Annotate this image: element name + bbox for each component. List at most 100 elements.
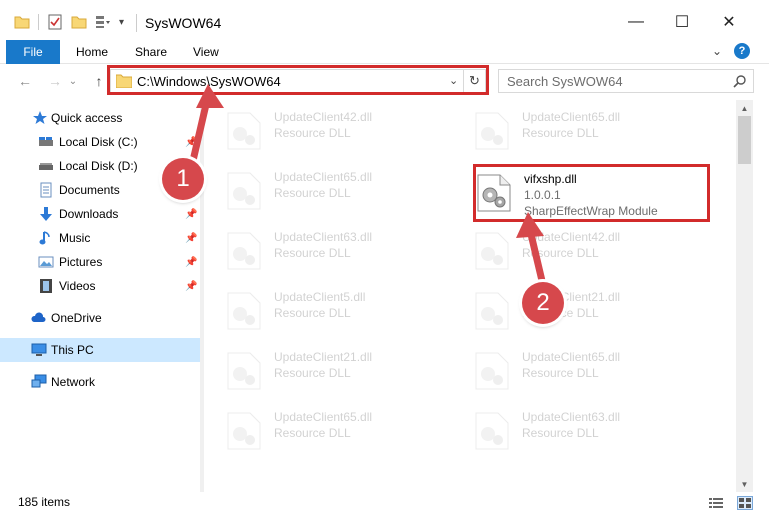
file-name: UpdateClient63.dll [522,410,621,424]
file-item[interactable]: UpdateClient21.dll Resource DLL [204,344,434,396]
dll-file-icon [474,112,510,150]
file-description: Resource DLL [522,126,599,140]
step-1-callout: 1 [162,158,204,200]
dll-file-icon [226,172,262,210]
document-icon [38,182,54,198]
file-description: Resource DLL [274,426,351,440]
dll-file-icon [474,352,510,390]
tab-view[interactable]: View [193,40,219,64]
sidebar-item-label: Local Disk (C:) [59,135,138,149]
file-item[interactable]: UpdateClient65.dll Resource DLL [452,344,682,396]
scroll-up-icon[interactable]: ▲ [736,100,753,116]
search-input[interactable]: Search SysWOW64 [507,74,623,89]
help-icon[interactable]: ? [734,43,750,59]
scroll-down-icon[interactable]: ▼ [736,476,753,492]
tab-share[interactable]: Share [135,40,167,64]
file-item[interactable]: UpdateClient63.dll Resource DLL [452,404,682,456]
file-description: Resource DLL [274,186,351,200]
sidebar-item-label: Quick access [51,111,123,125]
pin-icon[interactable]: 📌 [185,233,197,244]
file-name: UpdateClient65.dll [522,350,621,364]
sidebar-item-label: This PC [51,343,94,357]
download-icon [38,206,54,222]
step-2-callout: 2 [522,282,564,324]
sidebar-item-label: Documents [59,183,120,197]
item-count: 185 items [18,495,71,509]
file-item[interactable]: UpdateClient21.dll Resource DLL [452,284,682,336]
dll-file-icon [226,352,262,390]
pictures-icon [38,254,54,270]
file-explorer-window: ▾ SysWOW64 — ☐ ✕ File Home Share View ⌄ … [0,0,769,528]
file-item[interactable]: UpdateClient65.dll Resource DLL [204,404,434,456]
quick-access-toolbar: ▾ [14,12,124,32]
sidebar-item-music[interactable]: Music 📌 [0,226,200,250]
minimize-button[interactable]: — [613,8,659,36]
large-icons-view-icon[interactable] [737,496,753,510]
sidebar-item-network[interactable]: Network [0,370,200,394]
sidebar-item-quick-access[interactable]: Quick access [0,106,200,130]
qat-dropdown-icon[interactable]: ▾ [119,17,124,28]
search-box[interactable]: Search SysWOW64 [498,69,754,93]
recent-locations-button[interactable]: ⌄ [66,70,80,92]
pin-icon[interactable]: 📌 [185,137,197,148]
details-view-icon[interactable] [708,496,724,510]
ribbon-expand-icon[interactable]: ⌄ [712,44,722,58]
sidebar-item-label: Downloads [59,207,119,221]
file-description: Resource DLL [274,306,351,320]
file-name: UpdateClient65.dll [522,110,621,124]
forward-button[interactable]: → [44,70,66,92]
scrollbar-thumb[interactable] [738,116,751,164]
search-icon [733,74,747,88]
file-name: UpdateClient65.dll [274,410,373,424]
file-item[interactable]: UpdateClient65.dll Resource DLL [204,164,434,216]
sidebar-item-label: Network [51,375,96,389]
close-button[interactable]: ✕ [706,8,752,36]
ribbon-tabs: File Home Share View ⌄ ? [0,40,769,64]
sidebar-item-local-disk-c[interactable]: Local Disk (C:) 📌 [0,130,200,154]
file-item[interactable]: UpdateClient65.dll Resource DLL [452,104,682,156]
sidebar-item-this-pc[interactable]: This PC [0,338,200,362]
sidebar-item-label: Videos [59,279,96,293]
file-name: UpdateClient63.dll [274,230,373,244]
file-description: Resource DLL [274,246,351,260]
sidebar-item-downloads[interactable]: Downloads 📌 [0,202,200,226]
network-icon [31,374,47,390]
file-item[interactable]: UpdateClient63.dll Resource DLL [204,224,434,276]
sidebar-item-onedrive[interactable]: OneDrive [0,306,200,330]
file-description: Resource DLL [274,366,351,380]
tab-home[interactable]: Home [76,40,108,64]
file-item[interactable]: UpdateClient42.dll Resource DLL [452,224,682,276]
music-icon [38,230,54,246]
sidebar-item-label: Local Disk (D:) [59,159,138,173]
back-button[interactable]: ← [14,70,36,92]
computer-icon [31,342,47,358]
file-name: UpdateClient21.dll [274,350,373,364]
new-folder-icon[interactable] [71,14,87,30]
vertical-scrollbar[interactable]: ▲ ▼ [736,100,753,492]
file-description: Resource DLL [522,426,599,440]
file-item[interactable]: UpdateClient5.dll Resource DLL [204,284,434,336]
title-bar: ▾ SysWOW64 — ☐ ✕ [0,0,769,40]
drive-icon [38,134,54,150]
file-name: UpdateClient42.dll [274,110,373,124]
dll-file-icon [226,232,262,270]
status-bar: 185 items [0,492,769,514]
customize-toolbar-icon[interactable] [95,14,111,30]
video-icon [38,278,54,294]
properties-icon[interactable] [47,14,63,30]
dll-file-icon [474,232,510,270]
pin-icon[interactable]: 📌 [185,257,197,268]
sidebar-item-label: Pictures [59,255,103,269]
dll-file-icon [474,292,510,330]
pin-icon[interactable]: 📌 [185,281,197,292]
pin-icon[interactable]: 📌 [185,209,197,220]
file-description: Resource DLL [522,366,599,380]
file-item[interactable]: UpdateClient42.dll Resource DLL [204,104,434,156]
maximize-button[interactable]: ☐ [659,8,705,36]
window-bottom-edge [0,514,769,528]
sidebar-item-videos[interactable]: Videos 📌 [0,274,200,298]
navigation-pane: Quick access Local Disk (C:) 📌 Local Dis… [0,100,200,492]
address-highlight-box [107,65,489,95]
sidebar-item-pictures[interactable]: Pictures 📌 [0,250,200,274]
tab-file[interactable]: File [6,40,60,64]
